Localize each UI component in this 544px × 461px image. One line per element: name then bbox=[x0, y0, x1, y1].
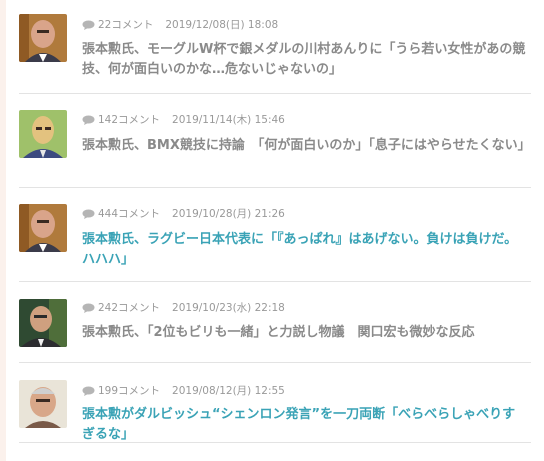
comment-count: 142コメント bbox=[98, 114, 161, 126]
article-meta: 444コメント 2019/10/28(月) 21:26 bbox=[82, 206, 285, 221]
comment-count: 199コメント bbox=[98, 385, 161, 397]
article-thumbnail[interactable] bbox=[19, 299, 67, 347]
article-thumbnail[interactable] bbox=[19, 380, 67, 428]
article-title-link[interactable]: 張本勲氏、ラグビー日本代表に「『あっぱれ』はあげない。負けは負けだ。ハハハ」 bbox=[82, 230, 527, 270]
comment-icon bbox=[82, 20, 95, 30]
list-item: 142コメント 2019/11/14(木) 15:46 張本勲氏、BMX競技に持… bbox=[19, 94, 531, 188]
comment-icon bbox=[82, 303, 95, 313]
comment-icon bbox=[82, 115, 95, 125]
article-meta: 22コメント 2019/12/08(日) 18:08 bbox=[82, 17, 278, 32]
post-date: 2019/12/08(日) 18:08 bbox=[165, 19, 279, 31]
post-date: 2019/11/14(木) 15:46 bbox=[172, 114, 285, 126]
page-left-margin bbox=[0, 0, 6, 461]
related-articles-list: 22コメント 2019/12/08(日) 18:08 張本勲氏、モーグルW杯で銀… bbox=[19, 0, 531, 443]
article-thumbnail[interactable] bbox=[19, 204, 67, 252]
post-date: 2019/10/28(月) 21:26 bbox=[172, 208, 285, 220]
list-item: 444コメント 2019/10/28(月) 21:26 張本勲氏、ラグビー日本代… bbox=[19, 188, 531, 282]
comment-count: 22コメント bbox=[98, 19, 154, 31]
list-item: 242コメント 2019/10/23(水) 22:18 張本勲氏、「2位もビリも… bbox=[19, 282, 531, 363]
comment-count: 242コメント bbox=[98, 302, 161, 314]
comment-icon bbox=[82, 209, 95, 219]
post-date: 2019/10/23(水) 22:18 bbox=[172, 302, 285, 314]
post-date: 2019/08/12(月) 12:55 bbox=[172, 385, 285, 397]
comment-count: 444コメント bbox=[98, 208, 161, 220]
article-meta: 199コメント 2019/08/12(月) 12:55 bbox=[82, 383, 285, 398]
article-title-link[interactable]: 張本勲氏、「2位もビリも一緒」と力説し物議 関口宏も微妙な反応 bbox=[82, 323, 527, 343]
article-meta: 242コメント 2019/10/23(水) 22:18 bbox=[82, 300, 285, 315]
article-title-link[interactable]: 張本勲氏、BMX競技に持論 「何が面白いのか」「息子にはやらせたくない」 bbox=[82, 136, 531, 156]
list-item: 22コメント 2019/12/08(日) 18:08 張本勲氏、モーグルW杯で銀… bbox=[19, 0, 531, 94]
article-thumbnail[interactable] bbox=[19, 110, 67, 158]
article-meta: 142コメント 2019/11/14(木) 15:46 bbox=[82, 112, 285, 127]
comment-icon bbox=[82, 386, 95, 396]
article-title-link[interactable]: 張本勲氏、モーグルW杯で銀メダルの川村あんりに「うら若い女性があの競技、何が面白… bbox=[82, 40, 527, 80]
list-item: 199コメント 2019/08/12(月) 12:55 張本勲がダルビッシュ“シ… bbox=[19, 363, 531, 443]
article-thumbnail[interactable] bbox=[19, 14, 67, 62]
article-title-link[interactable]: 張本勲がダルビッシュ“シェンロン発言”を一刀両断「べらべらしゃべりすぎるな」 bbox=[82, 405, 527, 445]
